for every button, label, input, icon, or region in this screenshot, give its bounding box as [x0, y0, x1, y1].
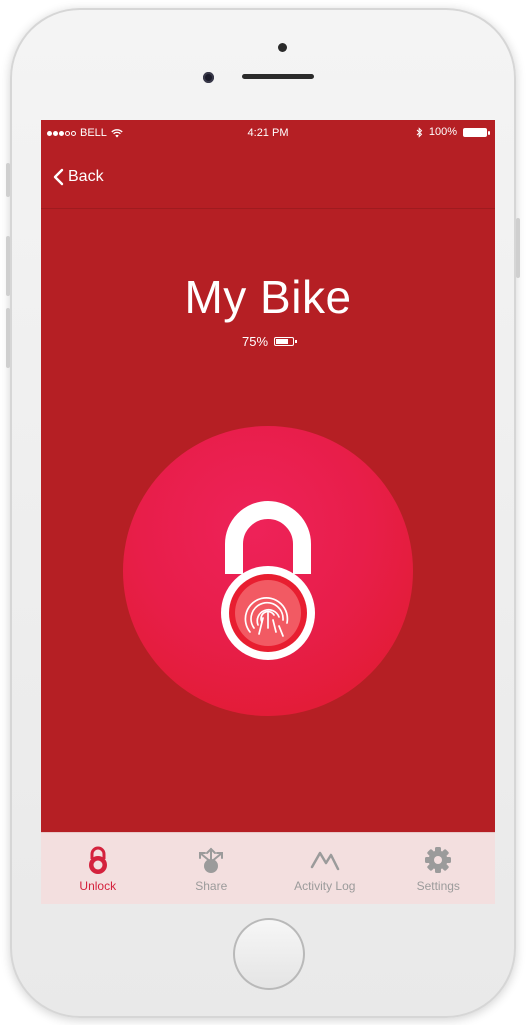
back-label: Back [68, 168, 104, 185]
nav-bar: Back [41, 146, 495, 209]
back-button[interactable]: Back [53, 168, 104, 186]
camera-icon [278, 43, 287, 52]
device-battery-fill [276, 339, 289, 344]
chevron-left-icon [53, 168, 64, 186]
status-right: 100% [416, 126, 490, 138]
device-battery-icon [274, 337, 298, 346]
share-icon [199, 847, 224, 873]
status-bar: BELL 4:21 PM 100% [41, 120, 495, 146]
home-button[interactable] [233, 918, 305, 990]
tab-label-share: Share [195, 879, 228, 893]
tab-share[interactable]: Share [155, 833, 269, 904]
tab-activity-log[interactable]: Activity Log [268, 833, 382, 904]
battery-percent: 100% [428, 126, 457, 138]
activity-icon [310, 851, 339, 871]
tab-settings[interactable]: Settings [382, 833, 496, 904]
power-button [516, 218, 520, 278]
device-battery-label: 75% [241, 334, 269, 349]
bluetooth-icon [416, 126, 423, 138]
fingerprint-lock-icon [221, 501, 315, 660]
tab-label-activity-log: Activity Log [294, 879, 356, 893]
tab-label-unlock: Unlock [79, 879, 117, 893]
mute-switch [6, 163, 10, 197]
volume-down-button [6, 308, 10, 368]
front-sensor-icon [203, 72, 214, 83]
lock-icon [88, 846, 107, 874]
speaker-grille [242, 74, 314, 79]
gear-icon [425, 847, 452, 873]
device-title: My Bike [184, 271, 352, 323]
battery-icon [463, 127, 490, 137]
tab-bar: Unlock Share Activity Log Settings [41, 832, 495, 904]
tab-label-settings: Settings [416, 879, 460, 893]
device-battery-row: 75% [41, 334, 495, 349]
unlock-button[interactable] [123, 426, 413, 716]
tab-unlock[interactable]: Unlock [41, 833, 155, 904]
volume-up-button [6, 236, 10, 296]
app-screen: BELL 4:21 PM 100% Back My Bike 75% Unloc… [41, 120, 495, 904]
